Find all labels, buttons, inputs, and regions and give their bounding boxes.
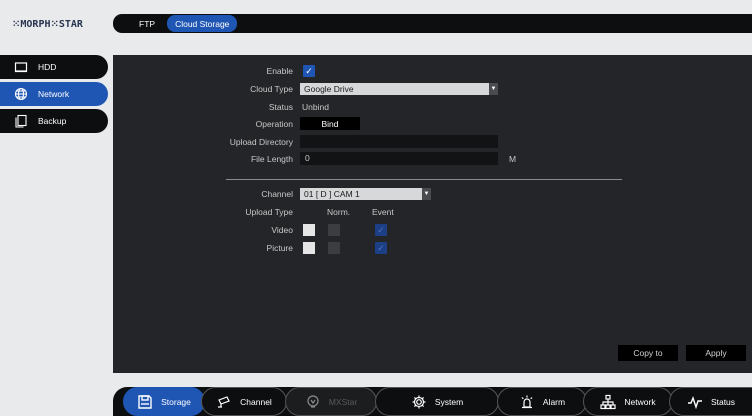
nav-label: MXStar <box>328 396 358 407</box>
file-length-unit: M <box>509 154 517 164</box>
file-length-input[interactable]: 0 <box>300 152 498 165</box>
nav-label: System <box>434 396 464 407</box>
video-event-checkbox[interactable]: ✓ <box>375 224 387 236</box>
menu-item-network[interactable]: Network <box>0 82 108 106</box>
file-length-label: File Length <box>250 154 293 164</box>
section-divider <box>226 179 622 180</box>
tab-cloud-storage[interactable]: Cloud Storage <box>167 15 238 32</box>
upload-directory-label: Upload Directory <box>229 137 293 147</box>
mxstar-icon <box>307 394 319 408</box>
nav-channel[interactable]: Channel <box>201 387 287 416</box>
picture-label: Picture <box>266 243 293 253</box>
nav-storage[interactable]: Storage <box>123 387 205 416</box>
picture-event-checkbox[interactable]: ✓ <box>375 242 387 254</box>
pulse-icon <box>687 395 702 409</box>
picture-norm-checkbox[interactable] <box>328 242 340 254</box>
video-norm-checkbox[interactable] <box>328 224 340 236</box>
operation-label: Operation <box>255 119 293 129</box>
upload-directory-input[interactable] <box>300 135 498 148</box>
cloud-type-value: Google Drive <box>304 84 354 94</box>
nav-mxstar[interactable]: MXStar <box>285 387 377 416</box>
camera-icon <box>218 395 230 408</box>
nav-network[interactable]: Network <box>583 387 673 416</box>
enable-checkbox[interactable]: ✓ <box>303 65 315 77</box>
tab-ftp[interactable]: FTP <box>133 15 161 32</box>
hdd-icon <box>14 62 28 73</box>
copy-to-button[interactable]: Copy to <box>618 345 678 361</box>
nav-system[interactable]: System <box>375 387 499 416</box>
nav-label: Alarm <box>542 396 566 407</box>
apply-button[interactable]: Apply <box>686 345 746 361</box>
cloud-type-select[interactable]: Google Drive ▼ <box>300 83 498 95</box>
left-menu: HDD Network Backup <box>0 55 108 136</box>
nav-alarm[interactable]: Alarm <box>497 387 587 416</box>
menu-item-hdd[interactable]: HDD <box>0 55 108 79</box>
alarm-icon <box>521 395 533 408</box>
backup-icon <box>15 114 27 128</box>
menu-item-backup[interactable]: Backup <box>0 109 108 133</box>
save-icon <box>138 394 152 409</box>
nav-label: Network <box>624 396 656 407</box>
channel-select[interactable]: 01 [ D ] CAM 1 ▼ <box>300 188 431 200</box>
status-label: Status <box>268 102 293 112</box>
chevron-down-icon: ▼ <box>422 188 431 200</box>
channel-label: Channel <box>261 189 293 199</box>
bind-button[interactable]: Bind <box>300 117 360 130</box>
gear-icon <box>412 395 426 408</box>
chevron-down-icon: ▼ <box>489 83 498 95</box>
status-value: Unbind <box>302 102 329 112</box>
nav-label: Channel <box>240 396 272 407</box>
cloud-type-label: Cloud Type <box>250 84 293 94</box>
cloud-storage-panel: Enable ✓ Cloud Type Google Drive ▼ Statu… <box>113 55 752 373</box>
enable-label: Enable <box>266 66 293 76</box>
column-event: Event <box>372 207 394 217</box>
upload-type-label: Upload Type <box>245 207 293 217</box>
picture-all-checkbox[interactable] <box>303 242 315 254</box>
channel-value: 01 [ D ] CAM 1 <box>304 189 360 199</box>
nav-label: Storage <box>161 396 191 407</box>
globe-icon <box>14 87 28 101</box>
menu-item-label: Backup <box>38 116 67 126</box>
brand-logo: ⁙MORPH⁙STAR <box>12 14 112 34</box>
nav-label: Status <box>710 396 736 407</box>
video-all-checkbox[interactable] <box>303 224 315 236</box>
video-label: Video <box>271 225 293 235</box>
network-icon <box>600 394 617 409</box>
top-tab-bar: FTP Cloud Storage <box>113 14 752 33</box>
column-norm: Norm. <box>327 207 351 217</box>
bottom-nav: Storage Channel MXStar System Alarm Netw… <box>113 387 752 416</box>
nav-status[interactable]: Status <box>669 387 752 416</box>
brand-logo-text: ⁙MORPH⁙STAR <box>12 18 83 30</box>
menu-item-label: Network <box>38 89 70 99</box>
menu-item-label: HDD <box>38 62 57 72</box>
